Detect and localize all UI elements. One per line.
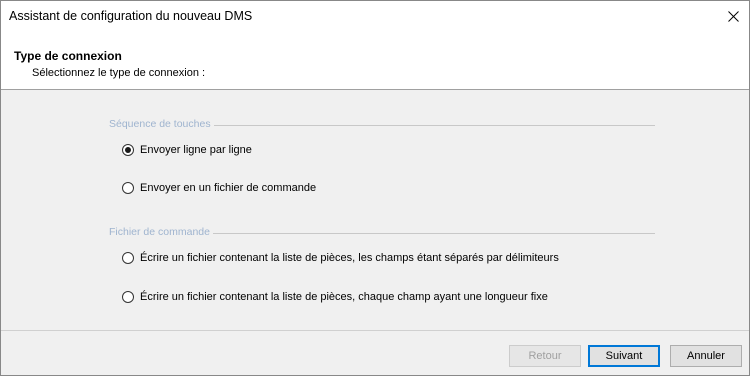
group-label-command-file: Fichier de commande: [109, 226, 213, 238]
radio-fixed-width-file[interactable]: Écrire un fichier contenant la liste de …: [122, 289, 548, 305]
cancel-button[interactable]: Annuler: [670, 345, 742, 367]
page-subtitle: Sélectionnez le type de connexion :: [32, 67, 206, 79]
wizard-content: Séquence de touches Envoyer ligne par li…: [1, 90, 749, 330]
radio-button[interactable]: [122, 252, 134, 264]
page-title: Type de connexion: [14, 49, 122, 63]
wizard-footer: Retour Suivant Annuler: [1, 331, 749, 375]
group-label-keystroke: Séquence de touches: [109, 118, 214, 130]
radio-delimited-file[interactable]: Écrire un fichier contenant la liste de …: [122, 250, 559, 266]
close-button[interactable]: [719, 1, 749, 31]
radio-button-checked[interactable]: [122, 144, 134, 156]
wizard-header: Type de connexion Sélectionnez le type d…: [1, 31, 749, 89]
close-icon: [728, 11, 739, 22]
radio-label: Envoyer en un fichier de commande: [140, 182, 317, 194]
radio-send-command-file[interactable]: Envoyer en un fichier de commande: [122, 180, 316, 196]
next-button[interactable]: Suivant: [588, 345, 660, 367]
radio-send-line-by-line[interactable]: Envoyer ligne par ligne: [122, 142, 252, 158]
title-bar[interactable]: Assistant de configuration du nouveau DM…: [1, 1, 749, 31]
radio-button[interactable]: [122, 182, 134, 194]
radio-label: Écrire un fichier contenant la liste de …: [140, 252, 559, 264]
radio-label: Envoyer ligne par ligne: [140, 144, 252, 156]
radio-label: Écrire un fichier contenant la liste de …: [140, 291, 548, 303]
back-button[interactable]: Retour: [509, 345, 581, 367]
window-title: Assistant de configuration du nouveau DM…: [9, 9, 253, 23]
wizard-window: Assistant de configuration du nouveau DM…: [0, 0, 750, 376]
radio-button[interactable]: [122, 291, 134, 303]
